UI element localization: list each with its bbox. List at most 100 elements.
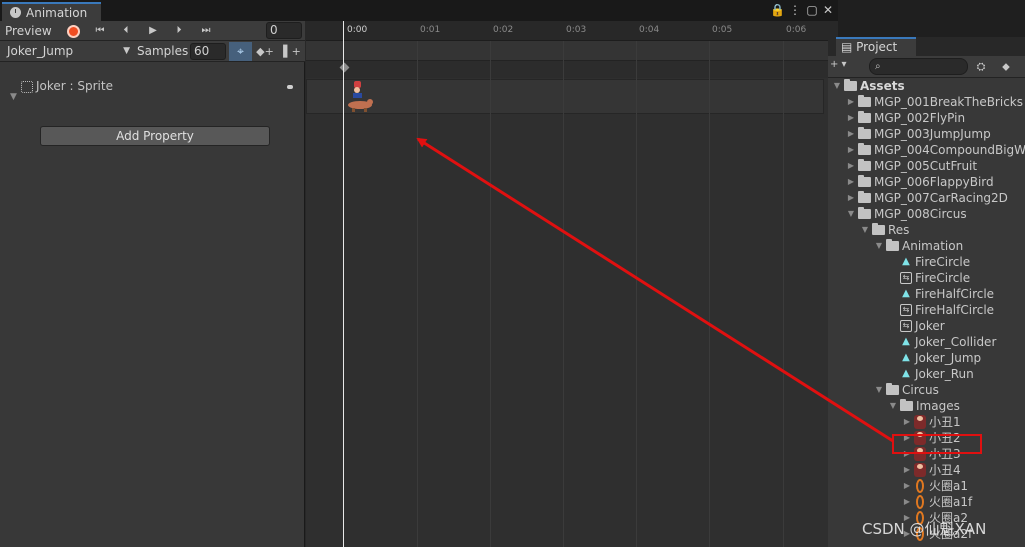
fold-arrow-icon[interactable]: ▼ — [10, 92, 17, 102]
fire-ring-icon — [916, 495, 924, 509]
add-property-button[interactable]: Add Property — [40, 126, 270, 146]
record-button[interactable] — [62, 21, 84, 41]
playhead[interactable] — [343, 21, 344, 547]
tree-item-label: Circus — [902, 383, 939, 397]
project-tab[interactable]: ▤ Project — [836, 37, 916, 56]
keyframe-recording-mode-icon[interactable]: ⌖ — [229, 42, 252, 61]
tree-item-label: FireHalfCircle — [915, 287, 995, 301]
expanded-arrow-icon[interactable]: ▼ — [846, 206, 856, 222]
dropdown-arrow-icon: ▼ — [123, 46, 130, 56]
tree-item[interactable]: ▶ MGP_006FlappyBird — [846, 174, 994, 190]
tree-item[interactable]: ▶ 小丑4 — [902, 462, 961, 478]
project-tab-title: Project — [856, 40, 898, 54]
folder-icon — [858, 191, 871, 203]
play-button[interactable]: ▶ — [140, 21, 166, 41]
animation-tab[interactable]: Animation — [2, 2, 101, 21]
current-frame-field[interactable]: 0 — [266, 22, 302, 39]
tree-item[interactable]: ▶ MGP_001BreakTheBricks — [846, 94, 1023, 110]
lock-icon[interactable]: 🔒 — [770, 2, 785, 18]
time-ruler[interactable]: 0:00 0:01 0:02 0:03 0:04 0:05 0:06 — [306, 21, 838, 41]
clip-toolbar: Joker_Jump ▼ Samples 60 ⌖ ◆+ ▌+ — [0, 41, 305, 62]
collapsed-arrow-icon[interactable]: ▶ — [846, 190, 856, 206]
close-icon[interactable]: ✕ — [821, 2, 835, 18]
next-keyframe-button[interactable]: ⏵ — [166, 21, 192, 41]
animation-window: Animation 🔒 ⋮ ▢ ✕ Preview ⏮ ⏴ ▶ ⏵ ⏭ 0 Jo… — [0, 0, 838, 547]
tree-item[interactable]: ▼ Res — [860, 222, 909, 238]
add-event-icon[interactable]: ▌+ — [280, 42, 304, 61]
tree-item-label: MGP_001BreakTheBricks — [874, 95, 1023, 109]
preview-button[interactable]: Preview — [5, 22, 52, 40]
add-keyframe-icon[interactable]: ◆+ — [253, 42, 277, 61]
tree-item[interactable]: ▶ MGP_002FlyPin — [846, 110, 965, 126]
project-search-input[interactable]: ⌕ — [869, 58, 968, 75]
tree-item[interactable]: ⇆ FireHalfCircle — [888, 302, 994, 318]
tree-item-label: MGP_004CompoundBigWa — [874, 143, 1025, 157]
tree-item[interactable]: ⇆ Joker — [888, 318, 945, 334]
collapsed-arrow-icon[interactable]: ▶ — [902, 414, 912, 430]
project-window: ▤ Project + ▾ ⌕ ⛭ ⬥ ▼ Assets ▶ MGP_001Break… — [828, 37, 1025, 547]
collapsed-arrow-icon[interactable]: ▶ — [846, 110, 856, 126]
tree-item[interactable]: ▼ Circus — [874, 382, 939, 398]
collapsed-arrow-icon[interactable]: ▶ — [846, 94, 856, 110]
grid-line — [417, 41, 418, 547]
collapsed-arrow-icon[interactable]: ▶ — [846, 158, 856, 174]
search-icon: ⌕ — [875, 61, 881, 72]
collapsed-arrow-icon[interactable]: ▶ — [846, 174, 856, 190]
tree-item-label: Animation — [902, 239, 964, 253]
more-options-icon[interactable]: ⋮ — [788, 2, 802, 18]
tree-item-label: Joker_Run — [915, 367, 974, 381]
collapsed-arrow-icon[interactable]: ▶ — [902, 478, 912, 494]
tree-item[interactable]: ▶ 火圈a1f — [902, 494, 972, 510]
tree-item-label: 火圈a1 — [929, 479, 968, 493]
tree-item-label: Assets — [860, 79, 905, 93]
event-bar[interactable] — [306, 41, 838, 61]
collapsed-arrow-icon[interactable]: ▶ — [902, 462, 912, 478]
samples-field[interactable]: 60 — [190, 43, 226, 60]
collapsed-arrow-icon[interactable]: ▶ — [846, 126, 856, 142]
expanded-arrow-icon[interactable]: ▼ — [832, 78, 842, 94]
collapsed-arrow-icon[interactable]: ▶ — [902, 494, 912, 510]
expanded-arrow-icon[interactable]: ▼ — [874, 238, 884, 254]
tree-item[interactable]: ▲ FireCircle — [888, 254, 970, 270]
tree-item[interactable]: ▶ 火圈a1 — [902, 478, 968, 494]
animator-controller-icon: ⇆ — [900, 272, 912, 284]
expanded-arrow-icon[interactable]: ▼ — [874, 382, 884, 398]
collapsed-arrow-icon[interactable]: ▶ — [846, 142, 856, 158]
tree-item[interactable]: ▶ MGP_004CompoundBigWa — [846, 142, 1025, 158]
tree-item[interactable]: ▶ MGP_007CarRacing2D — [846, 190, 1008, 206]
tree-item[interactable]: ▼ Images — [888, 398, 960, 414]
project-tab-bar: ▤ Project — [828, 37, 1025, 56]
tree-item[interactable]: ▼ MGP_008Circus — [846, 206, 967, 222]
tree-item[interactable]: ▲ Joker_Collider — [888, 334, 996, 350]
tree-item[interactable]: ⇆ FireCircle — [888, 270, 970, 286]
sprite-track-row[interactable] — [306, 79, 824, 114]
tree-item[interactable]: ▼ Assets — [832, 78, 905, 94]
tree-item[interactable]: ▲ Joker_Run — [888, 366, 974, 382]
samples-label: Samples — [137, 44, 189, 58]
timeline-area[interactable]: 0:00 0:01 0:02 0:03 0:04 0:05 0:06 — [306, 21, 838, 547]
previous-keyframe-button[interactable]: ⏴ — [113, 21, 139, 41]
expanded-arrow-icon[interactable]: ▼ — [860, 222, 870, 238]
tree-item-label: 火圈a1f — [929, 495, 973, 509]
folder-icon — [858, 111, 871, 123]
maximize-icon[interactable]: ▢ — [805, 2, 819, 18]
last-keyframe-button[interactable]: ⏭ — [193, 21, 219, 41]
filter-by-label-icon[interactable]: ⬥ — [998, 59, 1014, 75]
tree-item[interactable]: ▶ MGP_003JumpJump — [846, 126, 991, 142]
sprite-icon — [914, 463, 926, 477]
tree-item[interactable]: ▲ Joker_Jump — [888, 350, 981, 366]
tree-item[interactable]: ▼ Animation — [874, 238, 963, 254]
tree-item[interactable]: ▶ 小丑1 — [902, 414, 961, 430]
clip-dropdown[interactable]: Joker_Jump ▼ — [4, 42, 132, 61]
property-options-icon[interactable] — [287, 85, 293, 89]
tree-item[interactable]: ▲ FireHalfCircle — [888, 286, 994, 302]
expanded-arrow-icon[interactable]: ▼ — [888, 398, 898, 414]
property-row[interactable]: ▼ Joker : Sprite — [0, 77, 305, 102]
create-dropdown-icon[interactable]: + ▾ — [830, 59, 847, 70]
sprite-keyframe-thumbnail[interactable] — [346, 80, 376, 113]
filter-by-type-icon[interactable]: ⛭ — [973, 59, 989, 75]
first-keyframe-button[interactable]: ⏮ — [87, 21, 113, 41]
tree-item[interactable]: ▶ MGP_005CutFruit — [846, 158, 977, 174]
summary-keyframe-bar[interactable] — [306, 61, 838, 78]
folder-icon — [844, 79, 857, 91]
